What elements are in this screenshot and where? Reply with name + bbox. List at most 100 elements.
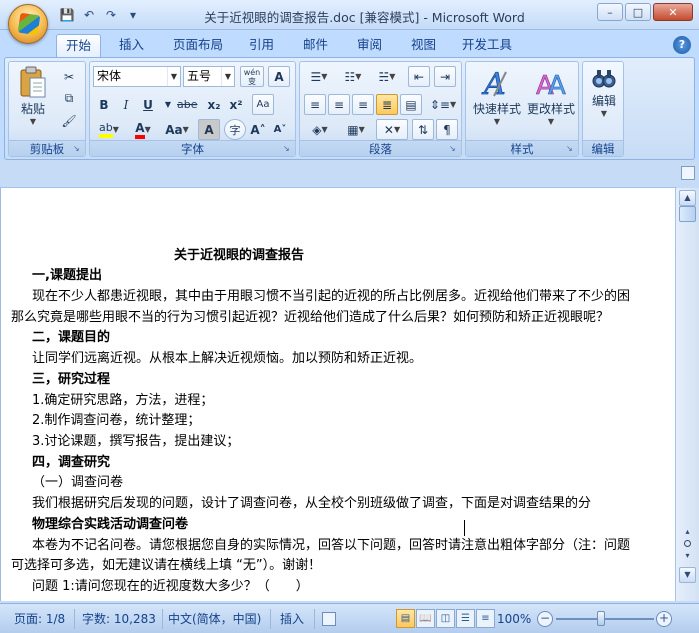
web-layout-icon[interactable]: ◫ bbox=[436, 609, 455, 628]
outline-view-icon[interactable]: ☰ bbox=[456, 609, 475, 628]
font-color-button[interactable]: A ▼ bbox=[128, 119, 158, 140]
scroll-up-icon[interactable]: ▲ bbox=[679, 190, 696, 206]
phonetic-guide-button[interactable]: wén 变 bbox=[240, 66, 264, 87]
font-dialog-launcher-icon[interactable]: ↘ bbox=[283, 144, 292, 153]
shading-button[interactable]: ◈ ▼ bbox=[304, 119, 336, 140]
zoom-out-icon[interactable]: − bbox=[537, 611, 553, 627]
increase-indent-icon[interactable]: ⇥ bbox=[434, 66, 456, 87]
macro-recording-icon[interactable] bbox=[322, 612, 336, 626]
underline-button[interactable]: U bbox=[138, 94, 158, 115]
font-name-dropdown-icon[interactable]: ▼ bbox=[167, 67, 180, 86]
minimize-button[interactable]: – bbox=[597, 3, 623, 21]
numbering-button[interactable]: ☷ ▼ bbox=[338, 66, 368, 87]
document-heading: 一,课题提出 bbox=[32, 268, 102, 283]
status-bar: 页面: 1/8 字数: 10,283 中文(简体，中国) 插入 ▤ 📖 ◫ ☰ … bbox=[0, 603, 699, 633]
superscript-button[interactable]: x² bbox=[226, 94, 246, 115]
zoom-in-icon[interactable]: + bbox=[656, 611, 672, 627]
paste-button[interactable]: 粘贴 ▼ bbox=[15, 66, 51, 126]
shrink-font-button[interactable]: A˅ bbox=[270, 119, 290, 140]
highlight-button[interactable]: ab ▼ bbox=[94, 119, 124, 140]
chinese-layout-button[interactable]: ✕ ▼ bbox=[376, 119, 408, 140]
office-button[interactable] bbox=[8, 4, 48, 44]
document-area[interactable]: 关于近视眼的调查报告 一,课题提出 现在不少人都患近视眼，其中由于用眼习惯不当引起… bbox=[0, 188, 675, 601]
zoom-slider-track[interactable] bbox=[556, 618, 654, 620]
font-name-combo[interactable]: 宋体 ▼ bbox=[93, 66, 181, 87]
select-browse-object-prev-icon[interactable]: ▴ bbox=[679, 525, 696, 541]
justify-icon[interactable]: ≣ bbox=[376, 94, 398, 115]
zoom-level[interactable]: 100% bbox=[497, 611, 531, 627]
show-marks-icon[interactable]: ¶ bbox=[436, 119, 458, 140]
tab-references[interactable]: 引用 bbox=[240, 34, 283, 58]
clear-formatting-button[interactable]: Aa bbox=[252, 94, 274, 115]
status-language[interactable]: 中文(简体，中国) bbox=[168, 611, 261, 627]
status-page[interactable]: 页面: 1/8 bbox=[14, 611, 65, 627]
full-screen-reading-icon[interactable]: 📖 bbox=[416, 609, 435, 628]
tab-developer[interactable]: 开发工具 bbox=[453, 34, 521, 58]
font-size-dropdown-icon[interactable]: ▼ bbox=[221, 67, 234, 86]
vertical-scrollbar[interactable]: ▲ ▴ ▾ ▼ bbox=[675, 188, 699, 601]
line-spacing-button[interactable]: ⇕≡ ▼ bbox=[428, 94, 458, 115]
font-size-combo[interactable]: 五号 ▼ bbox=[183, 66, 235, 87]
status-insert-mode[interactable]: 插入 bbox=[280, 611, 304, 627]
paragraph-dialog-launcher-icon[interactable]: ↘ bbox=[449, 144, 458, 153]
underline-dropdown-icon[interactable]: ▼ bbox=[158, 94, 178, 115]
status-word-count[interactable]: 字数: 10,283 bbox=[82, 611, 156, 627]
ribbon-tabs: 开始 插入 页面布局 引用 邮件 审阅 视图 开发工具 ? bbox=[0, 30, 699, 58]
align-right-icon[interactable]: ≡ bbox=[352, 94, 374, 115]
window-controls: – □ ✕ bbox=[597, 3, 693, 21]
help-icon[interactable]: ? bbox=[673, 36, 691, 54]
multilevel-list-button[interactable]: ☵ ▼ bbox=[372, 66, 402, 87]
subscript-button[interactable]: x₂ bbox=[204, 94, 224, 115]
char-shading-button[interactable]: A bbox=[198, 119, 220, 140]
zoom-slider-thumb[interactable] bbox=[597, 611, 605, 626]
highlight-icon: ab bbox=[99, 121, 113, 138]
clipboard-dialog-launcher-icon[interactable]: ↘ bbox=[73, 144, 82, 153]
tab-page-layout[interactable]: 页面布局 bbox=[164, 34, 232, 58]
styles-dialog-launcher-icon[interactable]: ↘ bbox=[566, 144, 575, 153]
enclosed-char-button[interactable]: 字 bbox=[224, 119, 246, 140]
font-size-value: 五号 bbox=[187, 69, 212, 83]
select-browse-object-icon[interactable] bbox=[684, 540, 691, 547]
editing-button[interactable]: 编辑 ▼ bbox=[585, 66, 623, 118]
svg-text:A: A bbox=[548, 71, 566, 100]
grow-font-button[interactable]: A˄ bbox=[248, 119, 268, 140]
format-painter-icon[interactable]: 🖌 bbox=[59, 110, 79, 131]
change-styles-button[interactable]: A A 更改样式 ▼ bbox=[524, 66, 578, 126]
document-paragraph-line: 让同学们远离近视。从根本上解决近视烦恼。加以预防和矫正近视。 bbox=[32, 351, 423, 366]
tab-mailings[interactable]: 邮件 bbox=[294, 34, 337, 58]
cut-icon[interactable]: ✂ bbox=[59, 66, 79, 87]
strikethrough-button[interactable]: abe bbox=[176, 94, 199, 115]
paragraph-group-label: 段落 bbox=[300, 140, 461, 156]
bullets-button[interactable]: ☰ ▼ bbox=[304, 66, 334, 87]
tab-insert[interactable]: 插入 bbox=[110, 34, 153, 58]
change-case-label: Aa bbox=[165, 122, 183, 137]
maximize-button[interactable]: □ bbox=[625, 3, 651, 21]
tab-review[interactable]: 审阅 bbox=[348, 34, 391, 58]
close-button[interactable]: ✕ bbox=[653, 3, 693, 21]
align-center-icon[interactable]: ≡ bbox=[328, 94, 350, 115]
print-layout-view-icon[interactable]: ▤ bbox=[396, 609, 415, 628]
scroll-down-icon[interactable]: ▼ bbox=[679, 567, 696, 583]
tab-home[interactable]: 开始 bbox=[56, 34, 102, 58]
view-ruler-toggle[interactable] bbox=[677, 160, 699, 188]
scroll-thumb[interactable] bbox=[679, 206, 696, 222]
change-case-button[interactable]: Aa ▼ bbox=[162, 119, 192, 140]
borders-button[interactable]: ▦ ▼ bbox=[340, 119, 372, 140]
document-paragraph-line: （一）调查问卷 bbox=[32, 475, 124, 490]
chinese-layout-icon: ✕ bbox=[383, 122, 394, 137]
distributed-icon[interactable]: ▤ bbox=[400, 94, 422, 115]
select-browse-object-next-icon[interactable]: ▾ bbox=[679, 549, 696, 565]
document-paragraph-line: 那么究竟是哪些用眼不当的行为习惯引起近视？近视给他们造成了什么后果？如何预防和矫… bbox=[11, 310, 610, 325]
copy-icon[interactable]: ⧉ bbox=[59, 88, 79, 109]
draft-view-icon[interactable]: ≡ bbox=[476, 609, 495, 628]
align-left-icon[interactable]: ≡ bbox=[304, 94, 326, 115]
char-border-button[interactable]: A bbox=[268, 66, 290, 87]
change-styles-icon: A A bbox=[536, 71, 567, 100]
decrease-indent-icon[interactable]: ⇤ bbox=[408, 66, 430, 87]
sort-icon[interactable]: ⇅ bbox=[412, 119, 434, 140]
bold-button[interactable]: B bbox=[94, 94, 114, 115]
tab-view[interactable]: 视图 bbox=[402, 34, 445, 58]
editing-label: 编辑 bbox=[591, 94, 616, 108]
italic-button[interactable]: I bbox=[116, 94, 136, 115]
quick-styles-button[interactable]: A 快速样式 ▼ bbox=[470, 66, 524, 126]
